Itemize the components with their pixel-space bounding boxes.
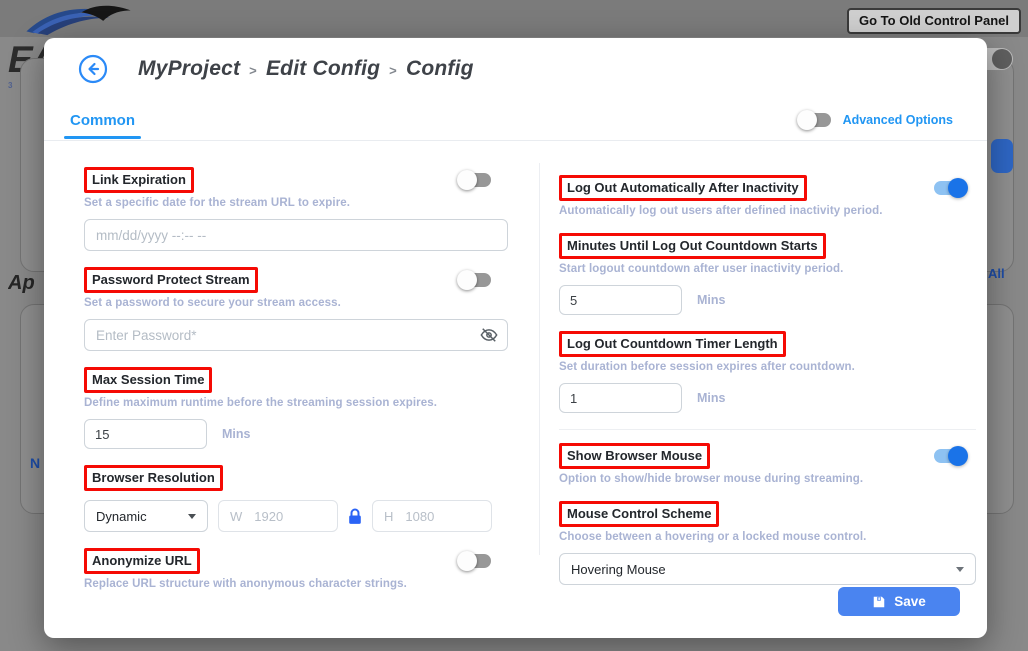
max-session-time-help: Define maximum runtime before the stream… bbox=[84, 397, 508, 409]
aspect-lock-icon[interactable] bbox=[348, 508, 362, 525]
breadcrumb-edit-config: Edit Config bbox=[266, 57, 380, 81]
chevron-down-icon bbox=[188, 514, 196, 519]
password-visibility-button[interactable] bbox=[479, 325, 499, 345]
max-session-time-input[interactable] bbox=[84, 419, 207, 449]
field-max-session-time: Max Session Time Define maximum runtime … bbox=[84, 367, 508, 449]
save-icon bbox=[872, 595, 886, 609]
field-show-browser-mouse: Show Browser Mouse Option to show/hide b… bbox=[559, 443, 976, 485]
back-arrow-icon bbox=[78, 54, 108, 84]
auto-logout-help: Automatically log out users after define… bbox=[559, 205, 976, 217]
resolution-width-input: W 1920 bbox=[218, 500, 338, 532]
countdown-start-help: Start logout countdown after user inacti… bbox=[559, 263, 976, 275]
countdown-start-unit: Mins bbox=[697, 293, 725, 307]
password-protect-help: Set a password to secure your stream acc… bbox=[84, 297, 508, 309]
app-topbar: Go To Old Control Panel bbox=[0, 0, 1028, 37]
background-applications-heading: Ap bbox=[8, 272, 45, 295]
tab-bar: Common Advanced Options bbox=[44, 100, 987, 141]
form-column-left: Link Expiration Set a specific date for … bbox=[84, 167, 508, 606]
advanced-options-label: Advanced Options bbox=[843, 113, 953, 127]
modal-header: MyProject > Edit Config > Config bbox=[44, 38, 987, 100]
eagle-logo-icon bbox=[22, 1, 137, 42]
field-auto-logout: Log Out Automatically After Inactivity A… bbox=[559, 175, 976, 217]
breadcrumb-config: Config bbox=[406, 57, 474, 81]
countdown-length-input[interactable] bbox=[559, 383, 682, 413]
link-expiration-label: Link Expiration bbox=[84, 167, 194, 193]
show-browser-mouse-toggle[interactable] bbox=[931, 446, 968, 466]
form-content: Link Expiration Set a specific date for … bbox=[44, 141, 987, 606]
background-blue-button-fragment bbox=[991, 139, 1013, 173]
advanced-options-toggle[interactable] bbox=[797, 110, 834, 130]
field-countdown-length: Log Out Countdown Timer Length Set durat… bbox=[559, 331, 976, 413]
max-session-time-unit: Mins bbox=[222, 427, 250, 441]
anonymize-url-toggle[interactable] bbox=[457, 551, 494, 571]
column-divider bbox=[539, 163, 540, 555]
breadcrumb: MyProject > Edit Config > Config bbox=[138, 57, 474, 81]
section-divider bbox=[559, 429, 976, 430]
field-anonymize-url: Anonymize URL Replace URL structure with… bbox=[84, 548, 508, 590]
anonymize-url-help: Replace URL structure with anonymous cha… bbox=[84, 578, 508, 590]
field-password-protect: Password Protect Stream Set a password t… bbox=[84, 267, 508, 351]
tab-common[interactable]: Common bbox=[66, 103, 139, 138]
back-button[interactable] bbox=[78, 54, 108, 84]
field-countdown-start: Minutes Until Log Out Countdown Starts S… bbox=[559, 233, 976, 315]
field-mouse-control-scheme: Mouse Control Scheme Choose between a ho… bbox=[559, 501, 976, 585]
go-to-old-control-panel-button[interactable]: Go To Old Control Panel bbox=[847, 8, 1021, 34]
password-protect-toggle[interactable] bbox=[457, 270, 494, 290]
mouse-control-scheme-select[interactable]: Hovering Mouse bbox=[559, 553, 976, 585]
password-protect-label: Password Protect Stream bbox=[84, 267, 258, 293]
field-browser-resolution: Browser Resolution Dynamic W 1920 bbox=[84, 465, 508, 532]
advanced-options-control: Advanced Options bbox=[797, 110, 965, 130]
anonymize-url-label: Anonymize URL bbox=[84, 548, 200, 574]
resolution-height-input: H 1080 bbox=[372, 500, 492, 532]
countdown-length-label: Log Out Countdown Timer Length bbox=[559, 331, 786, 357]
resolution-mode-select[interactable]: Dynamic bbox=[84, 500, 208, 532]
show-browser-mouse-label: Show Browser Mouse bbox=[559, 443, 710, 469]
chevron-down-icon bbox=[956, 567, 964, 572]
background-all-link: All bbox=[988, 266, 1005, 281]
link-expiration-help: Set a specific date for the stream URL t… bbox=[84, 197, 508, 209]
countdown-start-label: Minutes Until Log Out Countdown Starts bbox=[559, 233, 826, 259]
link-expiration-date-input[interactable] bbox=[84, 219, 508, 251]
breadcrumb-separator: > bbox=[389, 63, 397, 78]
browser-resolution-label: Browser Resolution bbox=[84, 465, 223, 491]
countdown-length-unit: Mins bbox=[697, 391, 725, 405]
password-input[interactable] bbox=[84, 319, 508, 351]
max-session-time-label: Max Session Time bbox=[84, 367, 212, 393]
auto-logout-toggle[interactable] bbox=[931, 178, 968, 198]
countdown-start-input[interactable] bbox=[559, 285, 682, 315]
edit-config-modal: MyProject > Edit Config > Config Common … bbox=[44, 38, 987, 638]
form-column-right: Log Out Automatically After Inactivity A… bbox=[559, 167, 976, 606]
breadcrumb-project: MyProject bbox=[138, 57, 240, 81]
field-link-expiration: Link Expiration Set a specific date for … bbox=[84, 167, 508, 251]
save-button[interactable]: Save bbox=[838, 587, 960, 616]
mouse-control-scheme-label: Mouse Control Scheme bbox=[559, 501, 719, 527]
mouse-control-scheme-help: Choose between a hovering or a locked mo… bbox=[559, 531, 976, 543]
countdown-length-help: Set duration before session expires afte… bbox=[559, 361, 976, 373]
background-new-link: N bbox=[30, 455, 40, 471]
breadcrumb-separator: > bbox=[249, 63, 257, 78]
eye-off-icon bbox=[479, 325, 499, 345]
show-browser-mouse-help: Option to show/hide browser mouse during… bbox=[559, 473, 976, 485]
link-expiration-toggle[interactable] bbox=[457, 170, 494, 190]
auto-logout-label: Log Out Automatically After Inactivity bbox=[559, 175, 807, 201]
